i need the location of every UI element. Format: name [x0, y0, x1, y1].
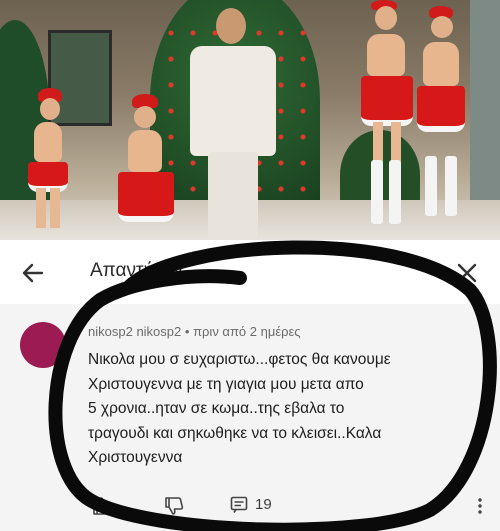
dislike-icon[interactable] [164, 496, 184, 516]
more-icon[interactable] [470, 496, 490, 516]
comment-time: πριν από 2 ημέρες [193, 324, 301, 339]
meta-separator: • [184, 324, 190, 339]
comment-actions: 19 [0, 490, 500, 530]
comment-card: nikosp2 nikosp2 • πριν από 2 ημέρες Νικο… [0, 304, 500, 531]
comment-meta: nikosp2 nikosp2 • πριν από 2 ημέρες [88, 324, 301, 339]
comment-line: Νικολα μου σ ευχαριστω...φετος θα κανουμ… [88, 351, 391, 368]
reply-icon[interactable] [230, 496, 248, 514]
dancer-mid-left [108, 92, 178, 240]
dancer-far-right [405, 6, 475, 240]
comment-handle: nikosp2 [136, 324, 182, 339]
dancer-left [22, 88, 72, 238]
comment-line: Χριστουγεννα με τη γιαγια μου μετα απο [88, 375, 364, 393]
comment-line: τραγουδι και σηκωθηκε να το κλεισει..Καλ… [88, 424, 382, 442]
replies-title: Απαντήσεις [90, 260, 188, 281]
replies-header: Απαντήσεις [0, 240, 500, 305]
like-icon[interactable] [92, 496, 112, 516]
comment-author[interactable]: nikosp2 [88, 324, 133, 339]
video-still [0, 0, 500, 240]
reply-count: 19 [255, 496, 272, 513]
comment-body: Νικολα μου σ ευχαριστω...φετος θα κανουμ… [88, 348, 483, 471]
comment-line: 5 χρονια..ηταν σε κωμα..της εβαλα το [88, 400, 345, 417]
singer-white-suit [178, 2, 288, 240]
close-icon[interactable] [452, 258, 482, 288]
avatar[interactable] [20, 322, 66, 368]
comment-line: Χριστουγεννα [88, 449, 183, 466]
back-arrow-icon[interactable] [18, 258, 48, 288]
